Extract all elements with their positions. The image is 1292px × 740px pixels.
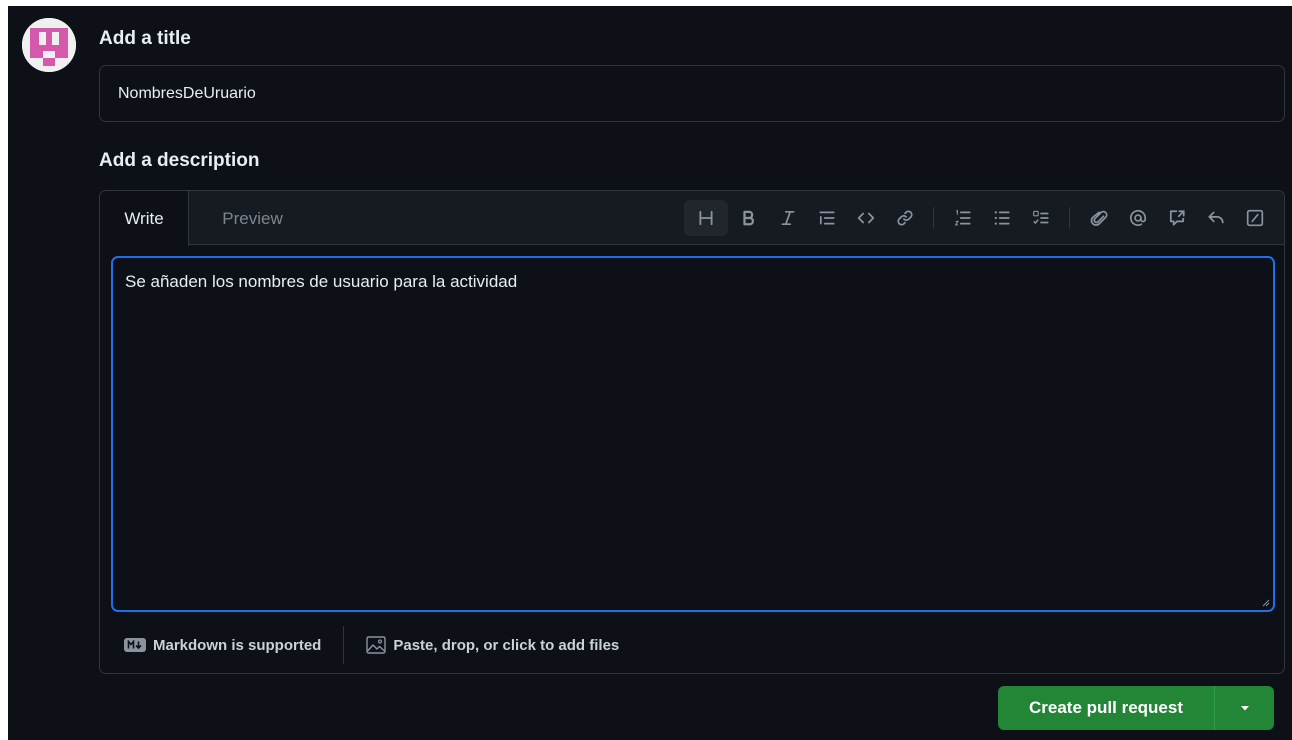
unordered-list-icon[interactable] bbox=[984, 200, 1020, 236]
reply-icon[interactable] bbox=[1198, 200, 1234, 236]
italic-icon[interactable] bbox=[770, 200, 806, 236]
toolbar-divider bbox=[1069, 207, 1070, 229]
mention-icon[interactable] bbox=[1120, 200, 1156, 236]
slash-commands-icon[interactable] bbox=[1237, 200, 1273, 236]
description-text: Se añaden los nombres de usuario para la… bbox=[125, 272, 518, 291]
editor-header: Write Preview bbox=[100, 191, 1284, 246]
image-icon bbox=[366, 636, 387, 654]
markdown-supported-link[interactable]: Markdown is supported bbox=[124, 637, 321, 654]
attach-icon[interactable] bbox=[1081, 200, 1117, 236]
quote-icon[interactable] bbox=[809, 200, 845, 236]
bold-icon[interactable] bbox=[731, 200, 767, 236]
markdown-icon bbox=[124, 638, 146, 652]
title-input-value: NombresDeUruario bbox=[118, 84, 256, 102]
tab-preview[interactable]: Preview bbox=[190, 191, 315, 246]
description-textarea[interactable]: Se añaden los nombres de usuario para la… bbox=[111, 256, 1275, 612]
description-label: Add a description bbox=[99, 150, 260, 171]
tab-write[interactable]: Write bbox=[100, 191, 189, 246]
description-editor: Write Preview Se añaden los nombres de u… bbox=[99, 190, 1285, 674]
create-pull-request-split-button: Create pull request bbox=[998, 686, 1274, 730]
reference-icon[interactable] bbox=[1159, 200, 1195, 236]
markdown-toolbar bbox=[682, 197, 1274, 239]
avatar[interactable] bbox=[22, 18, 76, 72]
markdown-label: Markdown is supported bbox=[153, 636, 322, 654]
code-icon[interactable] bbox=[848, 200, 884, 236]
attach-files-label: Paste, drop, or click to add files bbox=[393, 636, 620, 654]
link-icon[interactable] bbox=[887, 200, 923, 236]
attach-files-button[interactable]: Paste, drop, or click to add files bbox=[366, 636, 619, 654]
editor-footer: Markdown is supported Paste, drop, or cl… bbox=[100, 619, 1284, 671]
triangle-down-icon bbox=[1240, 706, 1249, 711]
numbered-list-icon[interactable] bbox=[945, 200, 981, 236]
create-pull-request-button[interactable]: Create pull request bbox=[998, 686, 1215, 730]
task-list-icon[interactable] bbox=[1023, 200, 1059, 236]
footer-divider bbox=[343, 626, 345, 664]
resize-handle-icon[interactable] bbox=[1262, 599, 1270, 607]
toolbar-divider bbox=[933, 207, 934, 229]
heading-icon[interactable] bbox=[683, 200, 728, 236]
title-input[interactable]: NombresDeUruario bbox=[99, 65, 1285, 122]
title-label: Add a title bbox=[99, 28, 191, 49]
create-options-dropdown[interactable] bbox=[1215, 686, 1274, 730]
